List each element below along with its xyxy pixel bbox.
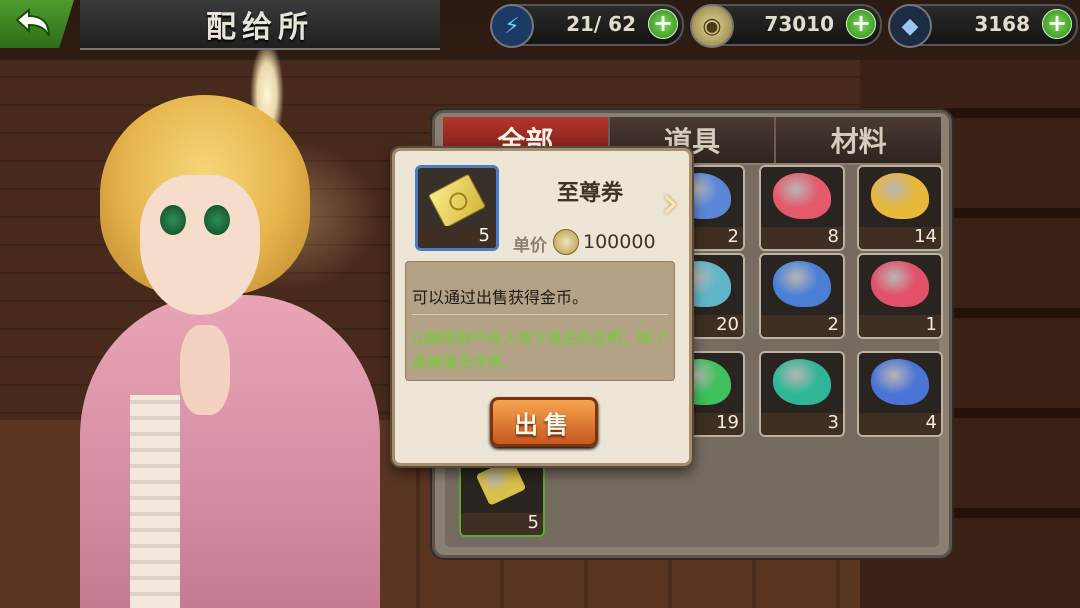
item-count: 8 (827, 226, 839, 247)
item-detail-popup: 5 至尊券 › 单价 100000 可以通过出售获得金币。 山贼将财产存入地下钱… (392, 148, 692, 466)
top-bar: 配给所 ⚡ 21/ 62 + ◉ 73010 + ◆ 3168 + (0, 0, 1080, 50)
inventory-slot[interactable]: 4 (857, 351, 943, 437)
add-gem-button[interactable]: + (1042, 9, 1072, 39)
item-count: 4 (925, 412, 937, 433)
item-description: 可以通过出售获得金币。 (412, 288, 589, 307)
inventory-slot[interactable]: 8 (759, 165, 845, 251)
npc-character (80, 95, 380, 608)
divider (412, 314, 668, 315)
item-flavor-text: 山贼将财产存入地下钱庄的证明，除了卖掉毫无作用。 (412, 329, 668, 371)
item-count: 2 (827, 314, 839, 335)
character-ruffle (130, 395, 180, 608)
tab-materials[interactable]: 材料 (776, 117, 942, 163)
item-name: 至尊券 (556, 181, 623, 206)
item-price: 100000 (583, 231, 656, 253)
sell-button-label: 出售 (514, 410, 574, 439)
back-arrow-icon (15, 7, 50, 37)
stamina-value: 21/ 62 (566, 12, 636, 36)
add-stamina-button[interactable]: + (648, 9, 678, 39)
coin-icon (553, 229, 579, 255)
character-left-eye (160, 205, 186, 235)
red-crystal-icon (773, 173, 831, 219)
page-title: 配给所 (206, 10, 314, 45)
item-count: 5 (478, 225, 490, 246)
item-count: 1 (925, 314, 937, 335)
teal-shard-icon (773, 359, 831, 405)
gem-value: 3168 (974, 12, 1030, 36)
item-count: 2 (727, 226, 739, 247)
yellow-crystal-icon (871, 173, 929, 219)
lightning-icon: ⚡ (490, 4, 534, 48)
stamina-bar: ⚡ 21/ 62 + (490, 4, 684, 48)
character-hand (180, 325, 230, 415)
add-gold-button[interactable]: + (846, 9, 876, 39)
inventory-slot[interactable]: 14 (857, 165, 943, 251)
red-shard-icon (871, 261, 929, 307)
gem-bar: ◆ 3168 + (888, 4, 1078, 48)
character-face (140, 175, 260, 315)
sell-button[interactable]: 出售 (490, 397, 598, 447)
character-right-eye (204, 205, 230, 235)
item-count: 20 (716, 314, 739, 335)
character-body (80, 295, 380, 608)
blue-shard-icon (871, 359, 929, 405)
coin-icon: ◉ (690, 4, 734, 48)
gold-value: 73010 (764, 12, 834, 36)
item-count: 14 (914, 226, 937, 247)
item-icon-frame: 5 (415, 165, 499, 251)
chevron-right-icon[interactable]: › (661, 175, 681, 229)
gold-bar: ◉ 73010 + (690, 4, 882, 48)
back-button[interactable] (0, 0, 74, 48)
price-label: 单价 (513, 236, 547, 256)
item-count: 5 (527, 512, 539, 533)
ticket-icon (427, 173, 487, 229)
inventory-slot[interactable]: 1 (857, 253, 943, 339)
inventory-slot[interactable]: 2 (759, 253, 845, 339)
item-description-box: 可以通过出售获得金币。 山贼将财产存入地下钱庄的证明，除了卖掉毫无作用。 (405, 261, 675, 381)
title-plate: 配给所 (80, 0, 440, 50)
crystal-icon: ◆ (888, 4, 932, 48)
item-count: 3 (827, 412, 839, 433)
blue-crystal-icon (773, 261, 831, 307)
inventory-slot[interactable]: 3 (759, 351, 845, 437)
item-count: 19 (716, 412, 739, 433)
